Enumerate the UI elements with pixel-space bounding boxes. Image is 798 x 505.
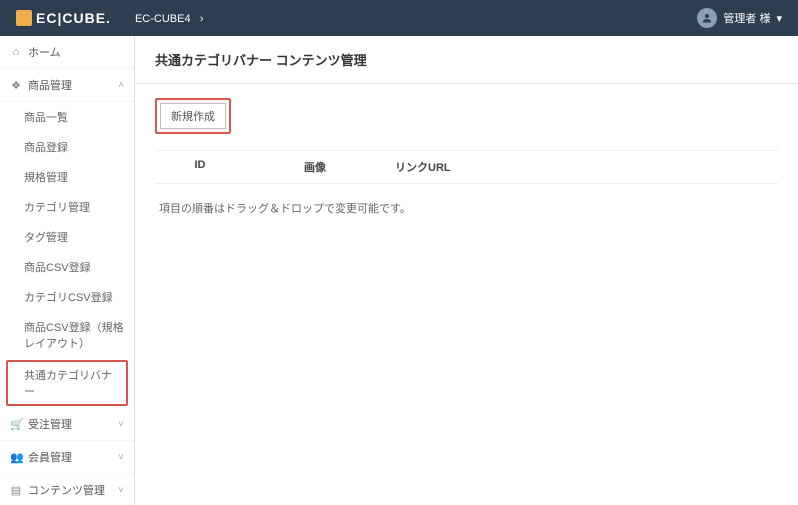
col-image: 画像 xyxy=(245,159,385,175)
sidebar-subitem-1[interactable]: 商品登録 xyxy=(0,132,134,162)
members-icon: 👥 xyxy=(10,451,22,464)
main: 共通カテゴリバナー コンテンツ管理 新規作成 ID 画像 リンクURL 項目の順… xyxy=(135,36,798,505)
user-label: 管理者 様 xyxy=(723,10,770,26)
sidebar-item-label: 会員管理 xyxy=(28,449,112,465)
sidebar-item-contents[interactable]: ▤ コンテンツ管理 ˅ xyxy=(0,474,134,505)
sidebar-item-label: 商品管理 xyxy=(28,77,112,93)
create-button[interactable]: 新規作成 xyxy=(160,103,226,129)
sidebar-item-label: 受注管理 xyxy=(28,416,112,432)
topbar: EC|CUBE. EC-CUBE4 › 管理者 様 ▾ xyxy=(0,0,798,36)
sidebar-subitem-4[interactable]: タグ管理 xyxy=(0,222,134,252)
sidebar-subitem-7[interactable]: 商品CSV登録（規格レイアウト） xyxy=(0,312,134,358)
col-id: ID xyxy=(155,159,245,175)
page-title: 共通カテゴリバナー コンテンツ管理 xyxy=(135,36,798,84)
products-icon: ❖ xyxy=(10,79,22,92)
sidebar-subitem-6[interactable]: カテゴリCSV登録 xyxy=(0,282,134,312)
create-btn-highlight: 新規作成 xyxy=(155,98,231,134)
logo-cube-icon xyxy=(16,10,32,26)
sidebar-item-products[interactable]: ❖ 商品管理 ˄ xyxy=(0,69,134,102)
sidebar-item-home[interactable]: ⌂ ホーム xyxy=(0,36,134,69)
avatar-icon xyxy=(697,8,717,28)
content: 新規作成 ID 画像 リンクURL 項目の順番はドラッグ＆ドロップで変更可能です… xyxy=(135,84,798,246)
chevron-down-icon: ˅ xyxy=(118,485,124,496)
sidebar-item-label: ホーム xyxy=(28,44,124,60)
sidebar-subitem-3[interactable]: カテゴリ管理 xyxy=(0,192,134,222)
sidebar-products-submenu: 商品一覧商品登録規格管理カテゴリ管理タグ管理商品CSV登録カテゴリCSV登録商品… xyxy=(0,102,134,406)
chevron-down-icon: ˅ xyxy=(118,419,124,430)
chevron-right-icon: › xyxy=(200,13,204,25)
logo-text: EC|CUBE. xyxy=(36,10,111,26)
sidebar-subitem-0[interactable]: 商品一覧 xyxy=(0,102,134,132)
breadcrumb[interactable]: EC-CUBE4 › xyxy=(135,11,204,25)
chevron-down-icon: ▾ xyxy=(776,12,782,25)
sidebar-item-orders[interactable]: 🛒 受注管理 ˅ xyxy=(0,408,134,441)
topbar-left: EC|CUBE. EC-CUBE4 › xyxy=(16,10,204,26)
col-url: リンクURL xyxy=(385,159,778,175)
sidebar-subitem-8[interactable]: 共通カテゴリバナー xyxy=(6,360,128,406)
sidebar-subitem-5[interactable]: 商品CSV登録 xyxy=(0,252,134,282)
home-icon: ⌂ xyxy=(10,46,22,58)
breadcrumb-label: EC-CUBE4 xyxy=(135,13,191,25)
cart-icon: 🛒 xyxy=(10,418,22,431)
sidebar-item-members[interactable]: 👥 会員管理 ˅ xyxy=(0,441,134,474)
sidebar: ⌂ ホーム ❖ 商品管理 ˄ 商品一覧商品登録規格管理カテゴリ管理タグ管理商品C… xyxy=(0,36,135,505)
empty-message: 項目の順番はドラッグ＆ドロップで変更可能です。 xyxy=(155,184,778,232)
layout: ⌂ ホーム ❖ 商品管理 ˄ 商品一覧商品登録規格管理カテゴリ管理タグ管理商品C… xyxy=(0,36,798,505)
user-menu[interactable]: 管理者 様 ▾ xyxy=(697,8,782,28)
sidebar-item-label: コンテンツ管理 xyxy=(28,482,112,498)
logo[interactable]: EC|CUBE. xyxy=(16,10,111,26)
table-header: ID 画像 リンクURL xyxy=(155,150,778,184)
contents-icon: ▤ xyxy=(10,484,22,497)
chevron-up-icon: ˄ xyxy=(118,80,124,91)
chevron-down-icon: ˅ xyxy=(118,452,124,463)
sidebar-subitem-2[interactable]: 規格管理 xyxy=(0,162,134,192)
